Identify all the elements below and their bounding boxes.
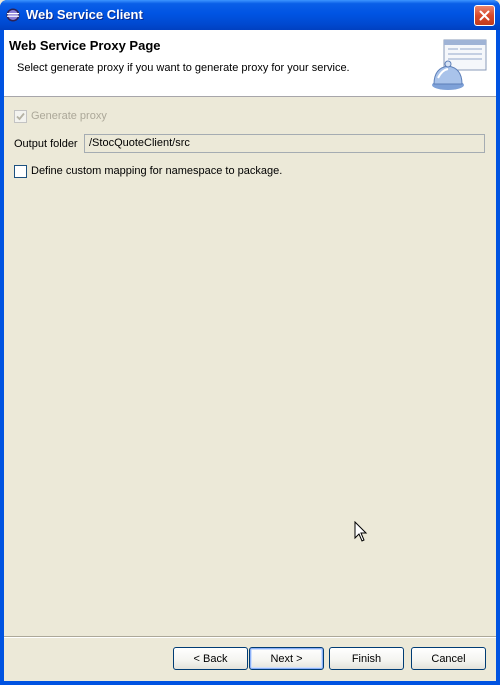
custom-mapping-checkbox[interactable] — [14, 165, 27, 178]
close-icon — [479, 10, 490, 21]
wizard-header: Web Service Proxy Page Select generate p… — [4, 30, 496, 97]
page-title: Web Service Proxy Page — [9, 38, 161, 53]
finish-button[interactable]: Finish — [329, 647, 404, 670]
title-bar[interactable]: Web Service Client — [0, 0, 500, 30]
back-button[interactable]: < Back — [173, 647, 248, 670]
wizard-banner-icon — [432, 39, 487, 90]
check-icon — [16, 112, 25, 121]
custom-mapping-label: Define custom mapping for namespace to p… — [31, 165, 283, 177]
output-folder-field[interactable]: /StocQuoteClient/src — [84, 134, 485, 153]
next-button[interactable]: Next > — [249, 647, 324, 670]
button-separator — [4, 636, 496, 638]
output-folder-label: Output folder — [14, 138, 78, 150]
eclipse-icon — [6, 8, 20, 22]
generate-proxy-checkbox[interactable] — [14, 110, 27, 123]
window-title: Web Service Client — [26, 7, 143, 22]
dialog-client-area: Web Service Proxy Page Select generate p… — [4, 30, 496, 681]
cancel-button[interactable]: Cancel — [411, 647, 486, 670]
generate-proxy-label: Generate proxy — [31, 110, 107, 122]
page-description: Select generate proxy if you want to gen… — [17, 62, 350, 74]
mouse-cursor-icon — [354, 521, 368, 542]
close-button[interactable] — [474, 5, 495, 26]
dialog-window: Web Service Client Web Service Proxy Pag… — [0, 0, 500, 685]
